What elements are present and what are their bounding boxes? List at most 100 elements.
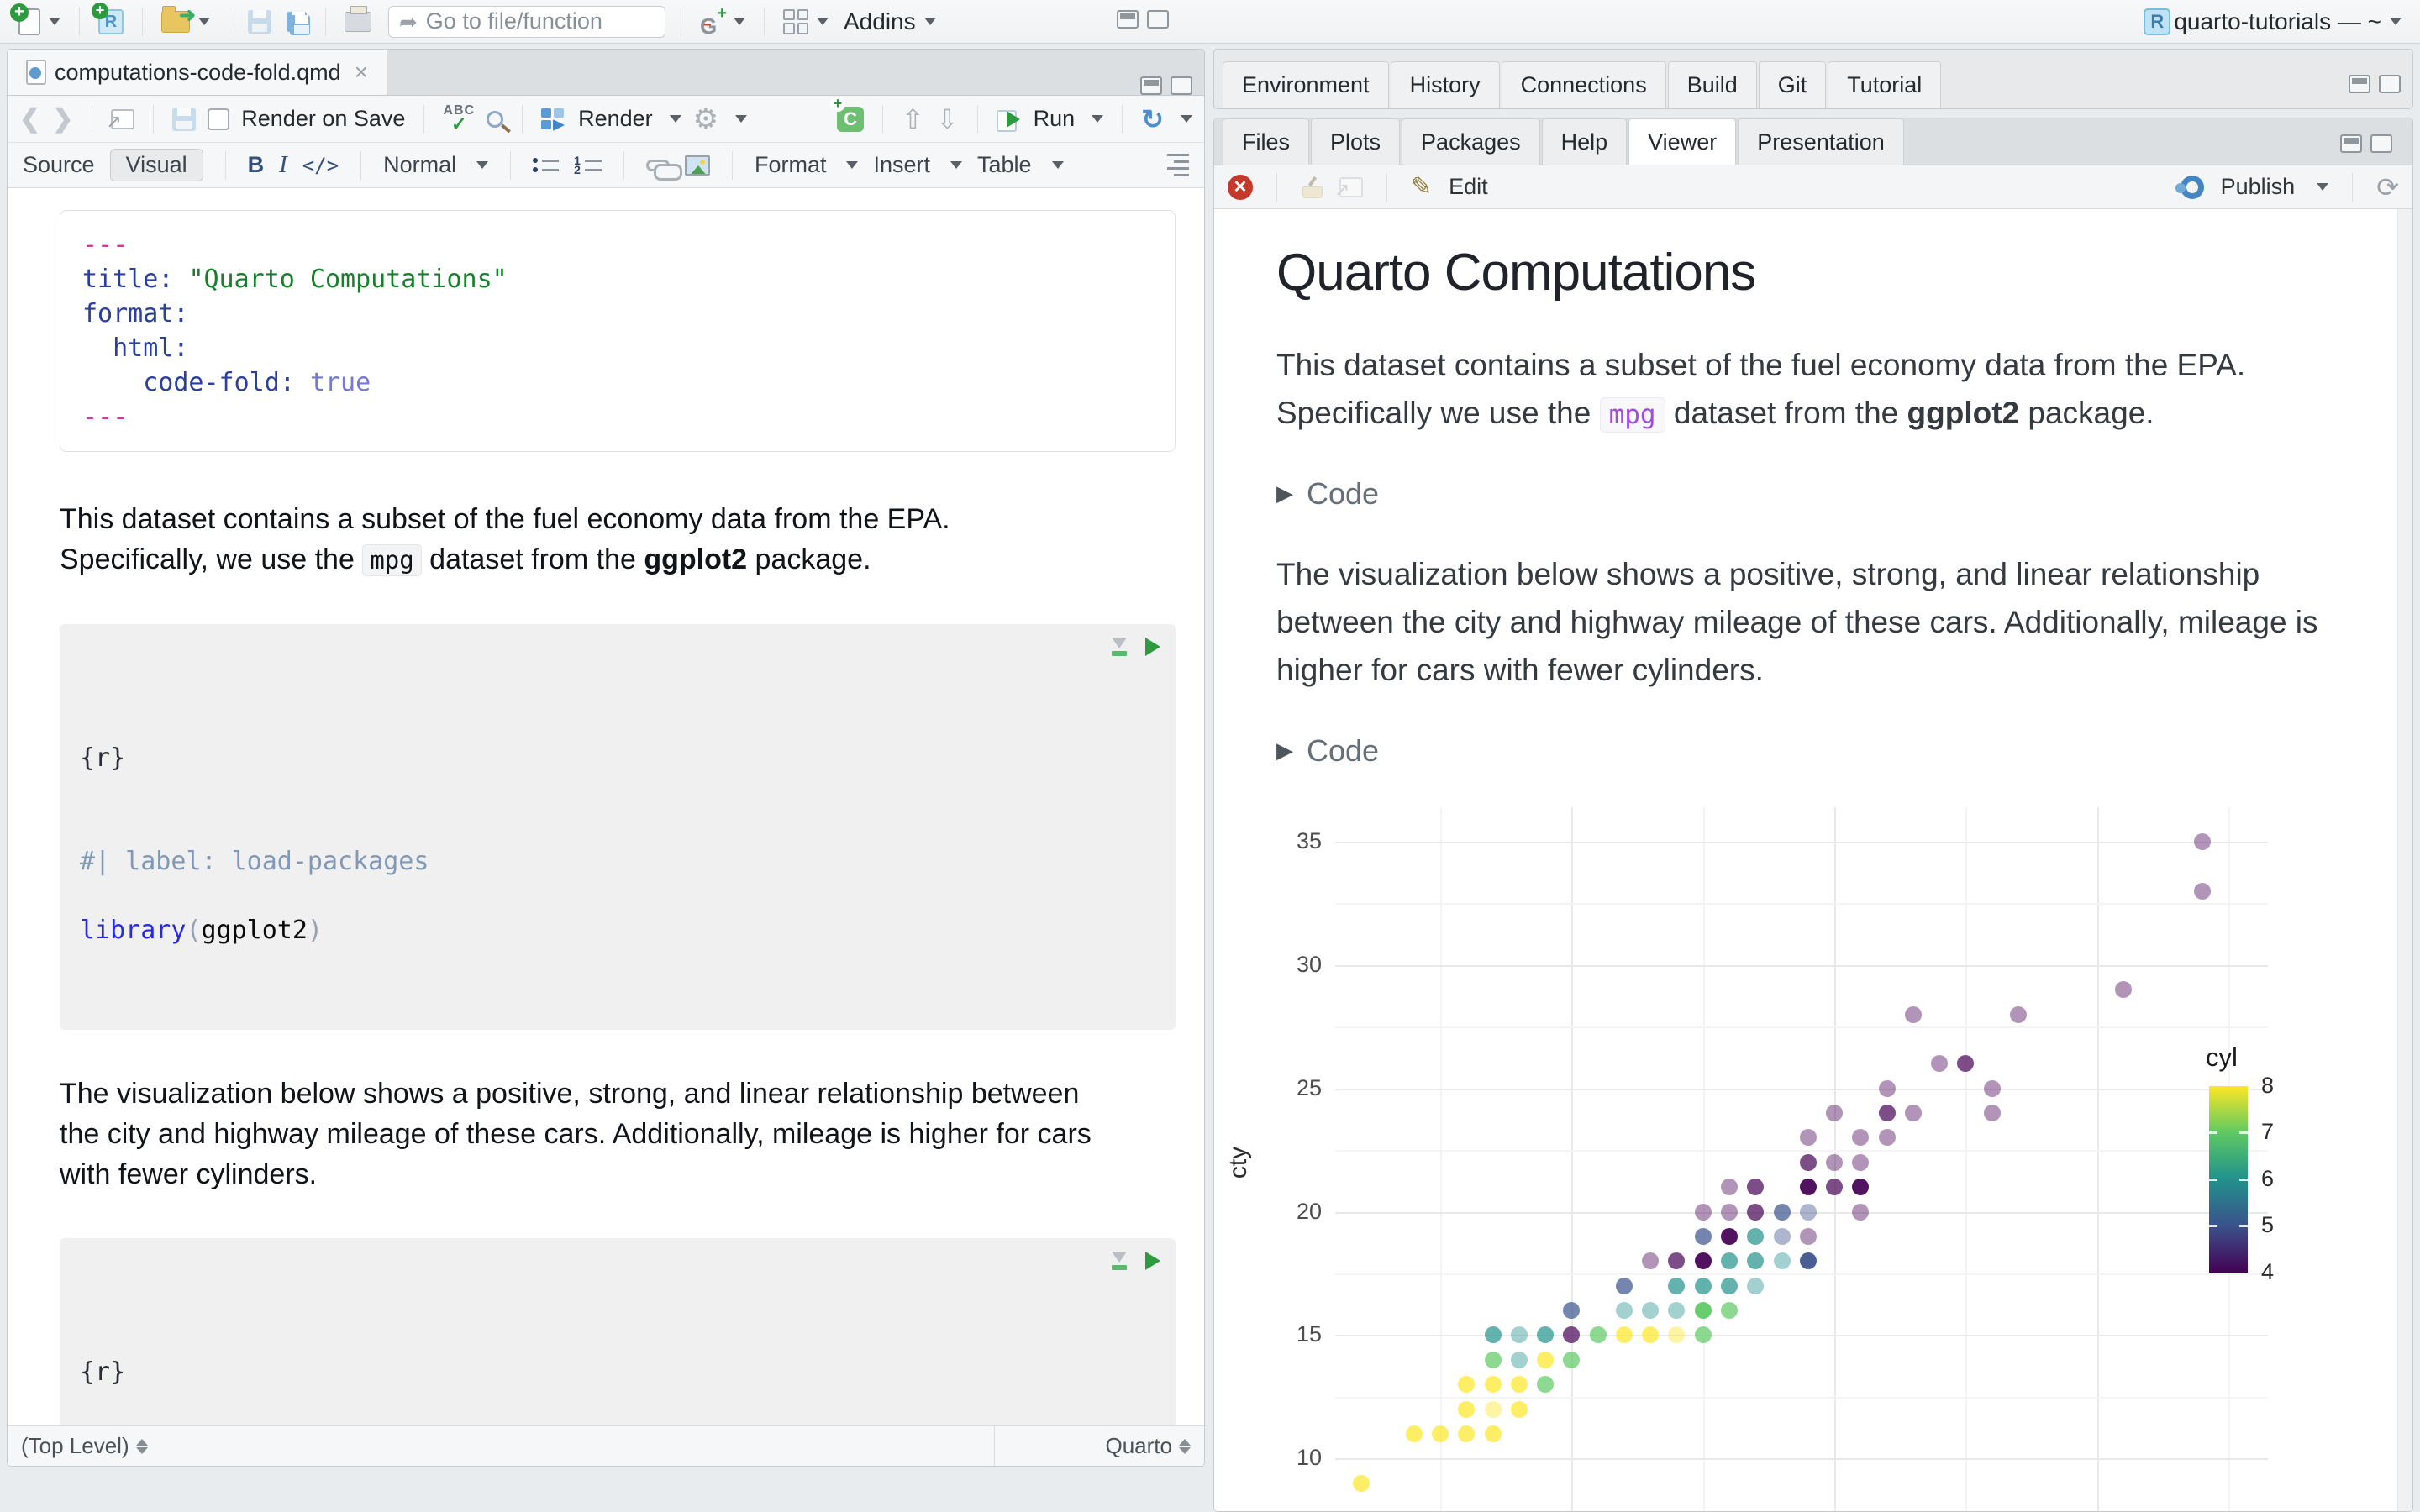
new-project-button[interactable]: R + [92, 2, 127, 36]
minimize-pane-icon[interactable] [1117, 10, 1139, 29]
insert-menu[interactable]: Insert [873, 152, 930, 178]
tab-packages[interactable]: Packages [1402, 118, 1540, 165]
maximize-pane-icon[interactable] [2379, 75, 2401, 93]
document-type-selector[interactable]: Quarto [994, 1426, 1204, 1466]
visual-mode-button[interactable]: Visual [109, 149, 203, 181]
editor-paragraph-2[interactable]: The visualization below shows a positive… [60, 1074, 1102, 1195]
open-in-new-window-icon[interactable] [1334, 176, 1363, 201]
spellcheck-icon[interactable]: ABC ✓ [443, 104, 475, 133]
table-menu[interactable]: Table [977, 152, 1032, 178]
numbered-list-icon[interactable]: 1 2 [574, 155, 602, 176]
new-file-icon: + [10, 3, 40, 35]
insert-chunk-button[interactable]: C [830, 96, 865, 132]
y-tick-label: 30 [1296, 951, 1322, 977]
viewer-scrollbar[interactable] [2397, 209, 2412, 1511]
goto-arrow-icon: ➦ [399, 8, 418, 34]
code-token: : [173, 299, 189, 328]
code-fold-1[interactable]: ▶ Code [1276, 476, 2412, 512]
chevron-down-icon[interactable] [1181, 115, 1192, 123]
run-chunk-icon[interactable] [1145, 637, 1160, 656]
edit-pencil-icon[interactable]: ✎ [1411, 172, 1432, 202]
back-icon[interactable]: ❮ [19, 104, 40, 134]
chevron-down-icon[interactable] [846, 161, 859, 169]
open-file-button[interactable]: ➜ [158, 4, 213, 34]
save-document-icon[interactable] [172, 107, 197, 131]
close-tab-icon[interactable]: × [355, 59, 368, 86]
image-icon[interactable] [684, 155, 710, 176]
go-next-chunk-icon[interactable]: ⇩ [936, 103, 959, 135]
goto-file-function-input[interactable]: ➦ Go to file/function [388, 5, 666, 38]
bold-button[interactable]: B [248, 152, 265, 178]
new-file-button[interactable]: + [10, 3, 64, 37]
tab-viewer[interactable]: Viewer [1628, 118, 1737, 165]
publish-button[interactable]: Publish [2221, 174, 2296, 200]
code-chunk-load-packages[interactable]: {r} #| label: load-packages library(ggpl… [60, 623, 1176, 1030]
editor-paragraph-1[interactable]: This dataset contains a subset of the fu… [60, 499, 1102, 580]
print-button[interactable] [341, 5, 375, 34]
search-icon[interactable] [487, 110, 504, 128]
tab-presentation[interactable]: Presentation [1738, 118, 1904, 165]
link-icon[interactable] [645, 159, 682, 181]
chevron-down-icon[interactable] [669, 115, 681, 123]
code-fold-2[interactable]: ▶ Code [1276, 733, 2412, 769]
addins-menu[interactable]: Addins [840, 7, 939, 37]
tab-git[interactable]: Git [1758, 61, 1827, 108]
rerun-icon[interactable]: ↻ [1141, 103, 1164, 135]
tab-connections[interactable]: Connections [1501, 61, 1666, 108]
outline-location-selector[interactable]: (Top Level) [8, 1433, 994, 1459]
tab-history[interactable]: History [1390, 61, 1500, 108]
format-menu[interactable]: Format [755, 152, 827, 178]
tab-plots[interactable]: Plots [1311, 118, 1401, 165]
source-mode-button[interactable]: Source [23, 152, 95, 178]
outline-icon[interactable] [1167, 154, 1189, 176]
bullet-list-icon[interactable] [533, 158, 560, 172]
workspace-panes-button[interactable] [780, 8, 832, 36]
chevron-down-icon[interactable] [950, 161, 963, 169]
chevron-down-icon[interactable] [1051, 161, 1064, 169]
paragraph-style-select[interactable]: Normal [383, 152, 456, 178]
tab-help[interactable]: Help [1541, 118, 1628, 165]
forward-icon[interactable]: ❯ [52, 104, 73, 134]
render-button[interactable]: Render [578, 106, 653, 132]
run-chunk-icon[interactable] [1145, 1252, 1160, 1271]
code-format-button[interactable]: </> [302, 154, 339, 177]
go-previous-chunk-icon[interactable]: ⇧ [902, 103, 924, 135]
document-canvas[interactable]: --- title: "Quarto Computations" format: h… [8, 188, 1204, 1425]
editor-tab-computations-code-fold[interactable]: computations-code-fold.qmd × [8, 50, 388, 95]
open-in-new-window-icon[interactable] [106, 108, 135, 133]
publish-icon[interactable] [2175, 175, 2204, 199]
render-on-save-checkbox[interactable] [208, 108, 230, 130]
run-button[interactable]: Run [1034, 106, 1076, 132]
data-point [1484, 1425, 1502, 1442]
chevron-down-icon[interactable] [476, 161, 489, 169]
project-menu[interactable]: R quarto-tutorials — ~ [2140, 7, 2405, 37]
refresh-icon[interactable]: ⟳ [2376, 171, 2399, 203]
gear-icon[interactable]: ⚙ [693, 102, 718, 136]
chevron-down-icon[interactable] [1092, 115, 1104, 123]
y-gridline-minor [1335, 1273, 2268, 1275]
clear-viewer-icon[interactable]: ✕ [1228, 174, 1253, 200]
chevron-down-icon[interactable] [735, 115, 748, 123]
save-button[interactable] [245, 8, 275, 35]
tab-files[interactable]: Files [1223, 118, 1310, 165]
maximize-pane-icon[interactable] [1171, 76, 1192, 95]
tab-build[interactable]: Build [1667, 61, 1757, 108]
broom-icon[interactable] [1301, 176, 1323, 198]
edit-button[interactable]: Edit [1449, 174, 1488, 200]
run-chunks-above-icon[interactable] [1112, 637, 1127, 656]
minimize-pane-icon[interactable] [2340, 134, 2362, 153]
yaml-front-matter[interactable]: --- title: "Quarto Computations" format: h… [60, 210, 1176, 452]
code-chunk-scatterplot[interactable]: {r} #| label: scatterplot ggplot(mpg, ae… [60, 1238, 1176, 1425]
italic-button[interactable]: I [279, 151, 287, 179]
tab-environment[interactable]: Environment [1223, 61, 1389, 108]
maximize-pane-icon[interactable] [1147, 10, 1169, 29]
version-control-button[interactable]: + − G [697, 4, 749, 39]
tab-tutorial[interactable]: Tutorial [1828, 61, 1942, 108]
data-point [2115, 981, 2133, 999]
minimize-pane-icon[interactable] [2349, 75, 2370, 93]
run-chunks-above-icon[interactable] [1112, 1252, 1127, 1271]
chevron-down-icon[interactable] [2317, 183, 2329, 191]
minimize-pane-icon[interactable] [1140, 76, 1162, 95]
maximize-pane-icon[interactable] [2370, 134, 2392, 153]
save-all-button[interactable] [283, 10, 310, 35]
